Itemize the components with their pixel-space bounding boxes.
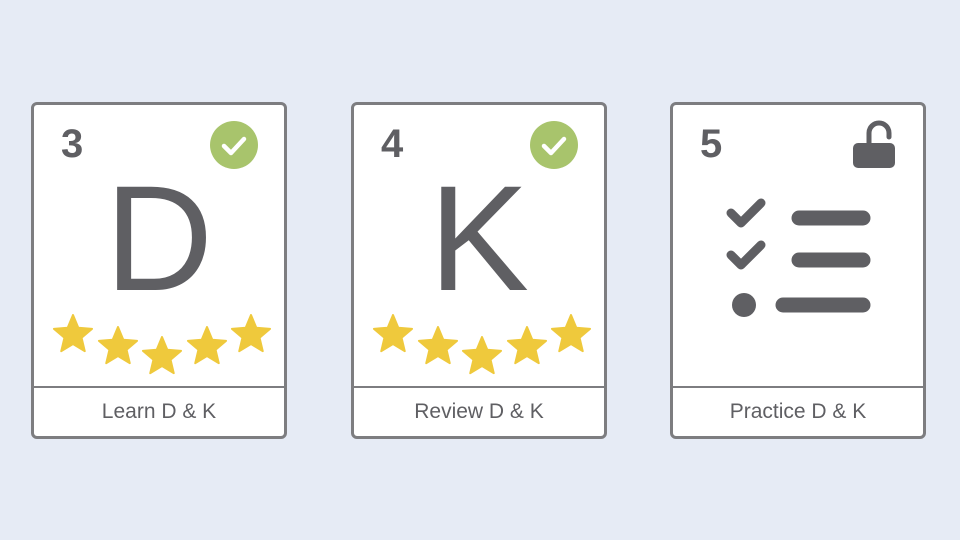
lesson-card-review[interactable]: 4 K Review D & K <box>351 102 607 439</box>
lesson-card-practice[interactable]: 5 Practice D & K <box>670 102 926 439</box>
unlocked-padlock-icon <box>847 119 899 171</box>
lesson-letter: D <box>104 154 214 322</box>
card-label: Practice D & K <box>729 400 867 423</box>
star-icon <box>141 336 183 378</box>
card-label: Learn D & K <box>101 400 217 423</box>
checklist-icon <box>725 197 875 322</box>
star-icon <box>97 326 139 368</box>
star-icon <box>506 326 548 368</box>
star-icon <box>230 314 272 356</box>
lesson-letter: K <box>428 154 530 322</box>
star-icon <box>372 314 414 356</box>
card-label: Review D & K <box>414 400 544 423</box>
star-rating <box>34 310 284 380</box>
lesson-number: 4 <box>381 122 404 166</box>
lesson-number: 3 <box>61 122 84 166</box>
lesson-number: 5 <box>700 122 723 166</box>
star-rating <box>354 310 604 380</box>
star-icon <box>417 326 459 368</box>
star-icon <box>52 314 94 356</box>
star-icon <box>186 326 228 368</box>
star-icon <box>550 314 592 356</box>
lesson-card-learn[interactable]: 3 D Learn D & K <box>31 102 287 439</box>
star-icon <box>461 336 503 378</box>
